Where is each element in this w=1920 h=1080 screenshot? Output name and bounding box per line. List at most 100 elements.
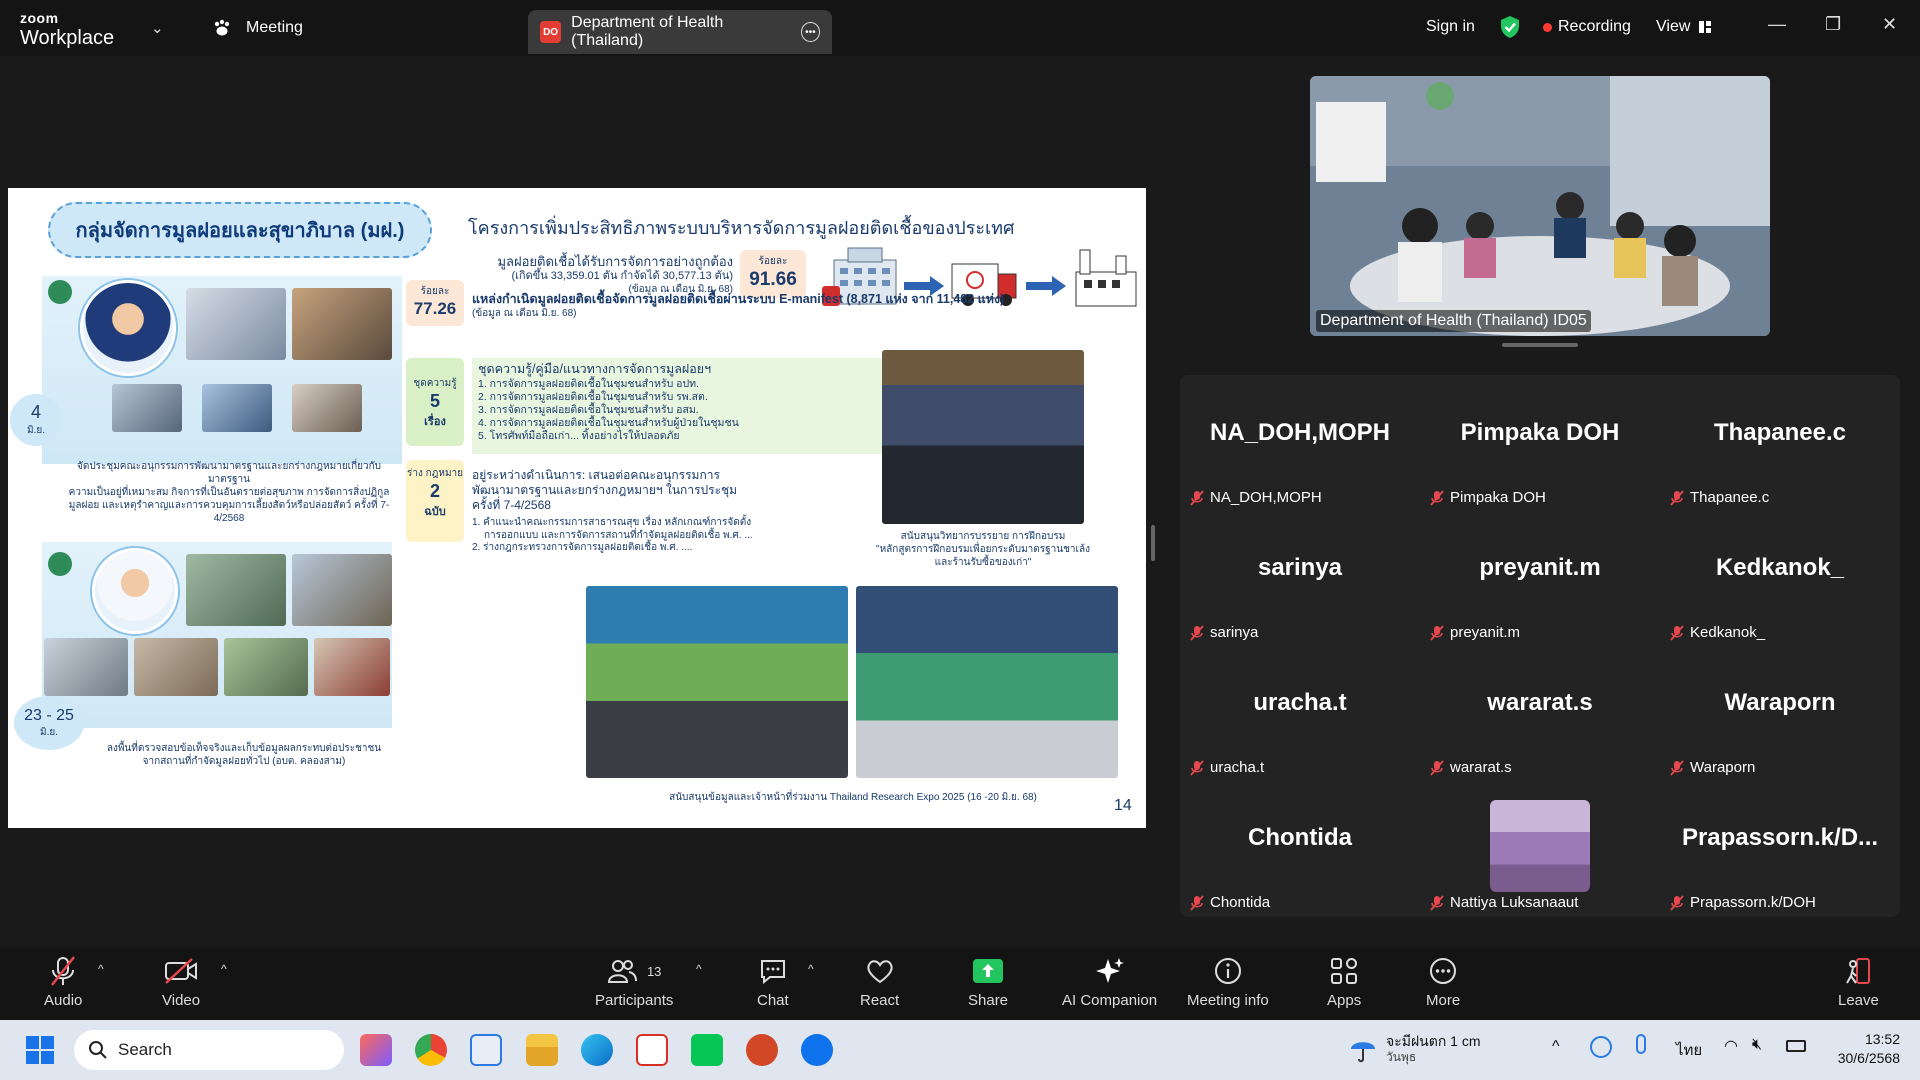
minimize-icon[interactable]: — [1768, 14, 1786, 35]
clock-time: 13:52 [1864, 1031, 1900, 1047]
kit-item-2: 2. การจัดการมูลฝอยติดเชื้อในชุมชนสำหรับ … [478, 390, 708, 403]
shared-screen-slide[interactable]: กลุ่มจัดการมูลฝอยและสุขาภิบาล (มฝ.) โครง… [8, 188, 1146, 828]
mic-muted-icon [1190, 489, 1204, 506]
meeting-photo-3 [112, 384, 182, 432]
recording-dot-icon [1543, 22, 1552, 32]
video-button[interactable]: Video [162, 954, 200, 1009]
tab-avatar-badge: DO [540, 21, 562, 43]
participant-tile[interactable]: preyanit.m preyanit.m [1420, 510, 1660, 645]
close-icon[interactable]: ✕ [1882, 14, 1897, 35]
chevron-down-icon[interactable]: ⌄ [151, 19, 164, 37]
participant-tile[interactable]: Chontida Chontida [1180, 780, 1420, 915]
kit-item-1: 1. การจัดการมูลฝอยติดเชื้อในชุมชนสำหรับ … [478, 377, 699, 390]
snipping-tool-icon[interactable] [470, 1034, 502, 1066]
more-dots-icon [1430, 958, 1457, 984]
caption2-line2: จากสถานที่กำจัดมูลฝอยทั่วไป (อบต. คลองสา… [142, 756, 346, 767]
copilot-app-icon[interactable] [360, 1034, 392, 1066]
date-badge-2: 23 - 25 มิ.ย. [14, 696, 84, 750]
react-button[interactable]: React [860, 954, 899, 1009]
participant-name: sarinya [1210, 624, 1259, 641]
view-button[interactable]: View [1656, 18, 1712, 36]
zoom-logo[interactable]: zoom Workplace [20, 11, 114, 48]
more-options-icon[interactable]: ••• [800, 22, 821, 42]
meeting-info-button[interactable]: Meeting info [1187, 954, 1269, 1009]
participant-tile[interactable]: sarinya sarinya [1180, 510, 1420, 645]
kit-label: ชุดความรู้ [413, 378, 457, 389]
law-unit: ฉบับ [424, 506, 446, 518]
participant-tile[interactable]: wararat.s wararat.s [1420, 645, 1660, 780]
participant-tile[interactable]: Nattiya Luksanaaut [1420, 780, 1660, 915]
audio-button[interactable]: Audio [44, 954, 82, 1009]
windows-taskbar: Search จะมีฝนตก 1 cm วันพุธ ^ ไทย ◠ 🔇︎ 1… [0, 1020, 1920, 1080]
audio-options-caret-icon[interactable]: ^ [98, 962, 104, 976]
participant-name-label: Thapanee.c [1670, 489, 1769, 506]
participant-name-label: Prapassorn.k/DOH [1670, 894, 1816, 911]
share-button[interactable]: Share [968, 954, 1008, 1009]
leave-button[interactable]: Leave [1838, 954, 1879, 1009]
volume-muted-icon[interactable]: 🔇︎ [1752, 1036, 1762, 1054]
participant-tile[interactable]: uracha.t uracha.t [1180, 645, 1420, 780]
kit-title: ชุดความรู้/คู่มือ/แนวทางการจัดการมูลฝอยฯ [478, 362, 712, 376]
meeting-tab[interactable]: Meeting [212, 19, 303, 37]
line-app-icon[interactable] [691, 1034, 723, 1066]
powerpoint-app-icon[interactable] [746, 1034, 778, 1066]
knowledge-kit-box: ชุดความรู้ 5 เรื่อง [406, 358, 464, 446]
taskbar-search-input[interactable]: Search [74, 1030, 344, 1070]
edge-browser-icon[interactable] [581, 1034, 613, 1066]
participants-button[interactable]: 13 Participants [595, 954, 673, 1009]
participant-tile[interactable]: Thapanee.c Thapanee.c [1660, 375, 1900, 510]
shield-check-icon[interactable] [1500, 15, 1520, 44]
site-photo-2 [292, 554, 392, 626]
splitter-handle[interactable] [1151, 525, 1155, 561]
react-label: React [860, 992, 900, 1009]
rain-umbrella-icon [1351, 1042, 1375, 1063]
chat-options-caret-icon[interactable]: ^ [808, 962, 814, 976]
recording-indicator[interactable]: Recording [1543, 18, 1631, 36]
participant-tile[interactable]: Pimpaka DOH Pimpaka DOH [1420, 375, 1660, 510]
participant-tile[interactable]: Kedkanok_ Kedkanok_ [1660, 510, 1900, 645]
file-explorer-icon[interactable] [526, 1034, 558, 1066]
participant-display-name: NA_DOH,MOPH [1209, 419, 1390, 446]
sign-in-button[interactable]: Sign in [1426, 18, 1475, 36]
kit-item-3: 3. การจัดการมูลฝอยติดเชื้อในชุมชนสำหรับ … [478, 403, 699, 416]
participants-options-caret-icon[interactable]: ^ [696, 962, 702, 976]
participant-tile[interactable]: Prapassorn.k/D... Prapassorn.k/DOH [1660, 780, 1900, 915]
share-screen-icon [973, 959, 1004, 983]
sync-icon[interactable] [1590, 1036, 1612, 1058]
battery-icon[interactable] [1786, 1040, 1806, 1052]
microphone-icon[interactable] [1636, 1034, 1646, 1054]
language-indicator[interactable]: ไทย [1676, 1038, 1702, 1062]
video-options-caret-icon[interactable]: ^ [221, 962, 227, 976]
chrome-app-icon[interactable] [415, 1034, 447, 1066]
active-speaker-video[interactable] [1310, 76, 1770, 336]
draft-law-box: ร่าง กฎหมาย 2 ฉบับ [406, 460, 464, 542]
sparkle-icon [1095, 958, 1124, 983]
participant-name: Prapassorn.k/DOH [1690, 894, 1816, 911]
law-line-2: พัฒนามาตรฐานและยกร่างกฎหมายฯ ในการประชุม [472, 483, 738, 497]
participant-tile[interactable]: NA_DOH,MOPH NA_DOH,MOPH [1180, 375, 1420, 510]
apps-label: Apps [1327, 992, 1362, 1009]
wifi-icon[interactable]: ◠ [1724, 1036, 1738, 1056]
participant-name: wararat.s [1450, 759, 1512, 776]
windows-start-icon[interactable] [26, 1036, 54, 1069]
search-icon [89, 1041, 107, 1059]
caption3-line3: และร้านรับซื้อของเก่า" [934, 557, 1032, 568]
leave-door-icon [1846, 958, 1871, 984]
restore-icon[interactable]: ❐ [1825, 14, 1841, 35]
chevron-up-icon[interactable]: ^ [1552, 1038, 1560, 1056]
date-badge-1: 4 มิ.ย. [10, 394, 62, 446]
system-clock[interactable]: 13:52 30/6/2568 [1810, 1030, 1900, 1068]
apps-icon [1331, 958, 1358, 984]
participants-icon [607, 960, 637, 983]
weather-widget[interactable]: จะมีฝนตก 1 cm วันพุธ [1348, 1032, 1481, 1066]
apps-button[interactable]: Apps [1327, 954, 1361, 1009]
more-button[interactable]: More [1426, 954, 1460, 1009]
zoom-app-icon[interactable] [801, 1034, 833, 1066]
participant-tile[interactable]: Waraporn Waraporn [1660, 645, 1900, 780]
acrobat-reader-icon[interactable] [636, 1034, 668, 1066]
video-scroll-indicator[interactable] [1502, 343, 1578, 347]
active-meeting-tab[interactable]: DO Department of Health (Thailand) ••• [528, 10, 832, 54]
ai-companion-button[interactable]: AI Companion [1062, 954, 1157, 1009]
chat-button[interactable]: Chat [757, 954, 789, 1009]
mic-muted-icon [1190, 894, 1204, 911]
